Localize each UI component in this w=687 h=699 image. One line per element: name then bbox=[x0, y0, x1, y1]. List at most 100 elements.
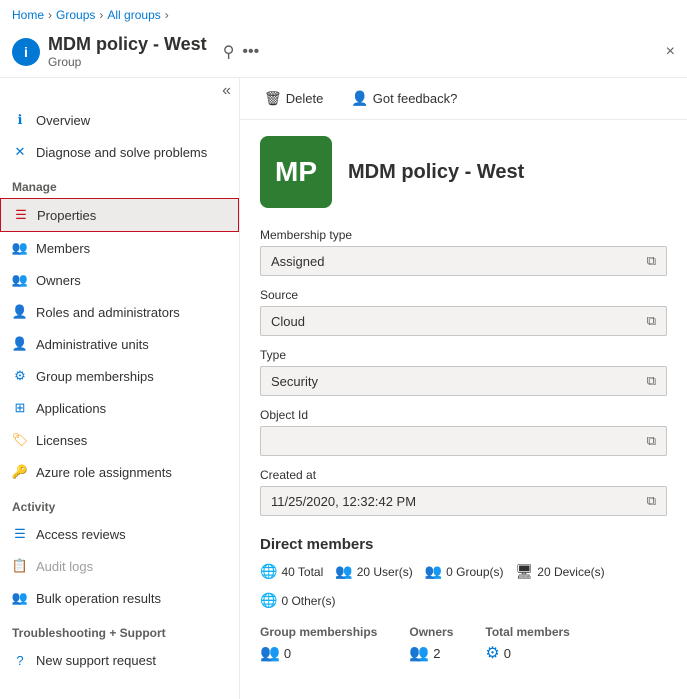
sidebar-label-admin-units: Administrative units bbox=[36, 337, 149, 352]
created-at-value-field: 11/25/2020, 12:32:42 PM ⧉ bbox=[260, 486, 667, 516]
sidebar-item-members[interactable]: 👥 Members bbox=[0, 232, 239, 264]
stat-owners: Owners 👥 2 bbox=[409, 625, 453, 663]
direct-members-title: Direct members bbox=[260, 536, 667, 553]
sidebar-label-bulk-ops: Bulk operation results bbox=[36, 591, 161, 606]
stat-total-members-value: ⚙ 0 bbox=[485, 643, 569, 663]
sidebar-label-owners: Owners bbox=[36, 273, 81, 288]
copy-membership-type-icon[interactable]: ⧉ bbox=[647, 253, 656, 269]
sidebar-item-access-reviews[interactable]: ☰ Access reviews bbox=[0, 518, 239, 550]
sidebar-item-audit-logs[interactable]: 📋 Audit logs bbox=[0, 550, 239, 582]
new-support-icon: ? bbox=[12, 652, 28, 668]
stat-group-memberships-icon: 👥 bbox=[260, 643, 280, 663]
sidebar-item-owners[interactable]: 👥 Owners bbox=[0, 264, 239, 296]
pin-icon[interactable]: ⚲ bbox=[223, 42, 235, 62]
dm-devices: 🖥 20 Device(s) bbox=[516, 563, 605, 580]
sidebar-label-azure-role: Azure role assignments bbox=[36, 465, 172, 480]
copy-object-id-icon[interactable]: ⧉ bbox=[647, 433, 656, 449]
licenses-icon: 🏷 bbox=[12, 432, 28, 448]
stat-owners-value: 👥 2 bbox=[409, 643, 453, 663]
stat-group-memberships-label: Group memberships bbox=[260, 625, 377, 639]
breadcrumb-home[interactable]: Home bbox=[12, 8, 44, 22]
sidebar-item-applications[interactable]: ⊞ Applications bbox=[0, 392, 239, 424]
breadcrumb-all-groups[interactable]: All groups bbox=[107, 8, 160, 22]
sidebar-label-members: Members bbox=[36, 241, 90, 256]
main-layout: « ℹ Overview ✕ Diagnose and solve proble… bbox=[0, 78, 687, 699]
overview-icon: ℹ bbox=[12, 112, 28, 128]
copy-source-icon[interactable]: ⧉ bbox=[647, 313, 656, 329]
type-label: Type bbox=[260, 348, 667, 362]
sidebar-item-admin-units[interactable]: 👤 Administrative units bbox=[0, 328, 239, 360]
title-icon: i bbox=[12, 38, 40, 66]
sidebar-collapse: « bbox=[0, 78, 239, 104]
roles-icon: 👤 bbox=[12, 304, 28, 320]
page-subtitle: Group bbox=[48, 55, 207, 69]
sidebar-label-access-reviews: Access reviews bbox=[36, 527, 126, 542]
dm-devices-value: 20 Device(s) bbox=[537, 565, 604, 579]
stat-group-memberships: Group memberships 👥 0 bbox=[260, 625, 377, 663]
members-icon: 👥 bbox=[12, 240, 28, 256]
dm-groups-icon: 👥 bbox=[425, 563, 442, 580]
delete-icon: 🗑 bbox=[264, 90, 282, 107]
sidebar-label-diagnose: Diagnose and solve problems bbox=[36, 145, 207, 160]
access-reviews-icon: ☰ bbox=[12, 526, 28, 542]
sidebar-label-new-support: New support request bbox=[36, 653, 156, 668]
sidebar-item-group-memberships[interactable]: ⚙ Group memberships bbox=[0, 360, 239, 392]
sidebar-label-licenses: Licenses bbox=[36, 433, 87, 448]
dm-others-value: 0 Other(s) bbox=[281, 594, 335, 608]
direct-members-row: 🌐 40 Total 👥 20 User(s) 👥 0 Group(s) 🖥 2… bbox=[260, 563, 667, 609]
sidebar-item-roles[interactable]: 👤 Roles and administrators bbox=[0, 296, 239, 328]
feedback-button[interactable]: 👤 Got feedback? bbox=[343, 86, 465, 111]
sidebar-item-bulk-ops[interactable]: 👥 Bulk operation results bbox=[0, 582, 239, 614]
audit-logs-icon: 📋 bbox=[12, 558, 28, 574]
title-bar: i MDM policy - West Group ⚲ ••• × bbox=[0, 30, 687, 78]
sidebar-label-applications: Applications bbox=[36, 401, 106, 416]
stat-total-members: Total members ⚙ 0 bbox=[485, 625, 569, 663]
membership-type-value: Assigned bbox=[271, 254, 647, 269]
stat-owners-label: Owners bbox=[409, 625, 453, 639]
membership-type-field: Membership type Assigned ⧉ bbox=[260, 228, 667, 276]
sidebar-label-roles: Roles and administrators bbox=[36, 305, 180, 320]
close-button[interactable]: × bbox=[666, 43, 675, 61]
page-title: MDM policy - West bbox=[48, 34, 207, 55]
dm-others-icon: 🌐 bbox=[260, 592, 277, 609]
sidebar-item-diagnose[interactable]: ✕ Diagnose and solve problems bbox=[0, 136, 239, 168]
object-id-field: Object Id ⧉ bbox=[260, 408, 667, 456]
dm-users: 👥 20 User(s) bbox=[335, 563, 412, 580]
stat-group-memberships-value: 👥 0 bbox=[260, 643, 377, 663]
sidebar-item-azure-role[interactable]: 🔑 Azure role assignments bbox=[0, 456, 239, 488]
source-value: Cloud bbox=[271, 314, 647, 329]
sidebar-item-properties[interactable]: ☰ Properties bbox=[0, 198, 239, 232]
delete-button[interactable]: 🗑 Delete bbox=[256, 86, 331, 111]
dm-devices-icon: 🖥 bbox=[516, 563, 534, 580]
object-id-label: Object Id bbox=[260, 408, 667, 422]
dm-total-value: 40 Total bbox=[281, 565, 323, 579]
sidebar-item-overview[interactable]: ℹ Overview bbox=[0, 104, 239, 136]
feedback-icon: 👤 bbox=[351, 90, 368, 107]
properties-icon: ☰ bbox=[13, 207, 29, 223]
dm-others: 🌐 0 Other(s) bbox=[260, 592, 335, 609]
admin-units-icon: 👤 bbox=[12, 336, 28, 352]
toolbar: 🗑 Delete 👤 Got feedback? bbox=[240, 78, 687, 120]
sidebar-section-troubleshooting: Troubleshooting + Support bbox=[0, 614, 239, 644]
sidebar-item-new-support[interactable]: ? New support request bbox=[0, 644, 239, 676]
type-field: Type Security ⧉ bbox=[260, 348, 667, 396]
dm-users-icon: 👥 bbox=[335, 563, 352, 580]
created-at-label: Created at bbox=[260, 468, 667, 482]
type-value-field: Security ⧉ bbox=[260, 366, 667, 396]
stat-total-members-icon: ⚙ bbox=[485, 643, 499, 663]
collapse-icon[interactable]: « bbox=[222, 82, 231, 100]
copy-created-at-icon[interactable]: ⧉ bbox=[647, 493, 656, 509]
source-value-field: Cloud ⧉ bbox=[260, 306, 667, 336]
breadcrumb: Home › Groups › All groups › bbox=[0, 0, 687, 30]
group-header: MP MDM policy - West bbox=[260, 136, 667, 208]
copy-type-icon[interactable]: ⧉ bbox=[647, 373, 656, 389]
stat-owners-icon: 👥 bbox=[409, 643, 429, 663]
breadcrumb-groups[interactable]: Groups bbox=[56, 8, 95, 22]
content-area: 🗑 Delete 👤 Got feedback? MP MDM policy -… bbox=[240, 78, 687, 699]
more-icon[interactable]: ••• bbox=[242, 43, 259, 61]
source-label: Source bbox=[260, 288, 667, 302]
group-memberships-icon: ⚙ bbox=[12, 368, 28, 384]
created-at-field: Created at 11/25/2020, 12:32:42 PM ⧉ bbox=[260, 468, 667, 516]
sidebar-label-group-memberships: Group memberships bbox=[36, 369, 154, 384]
sidebar-item-licenses[interactable]: 🏷 Licenses bbox=[0, 424, 239, 456]
